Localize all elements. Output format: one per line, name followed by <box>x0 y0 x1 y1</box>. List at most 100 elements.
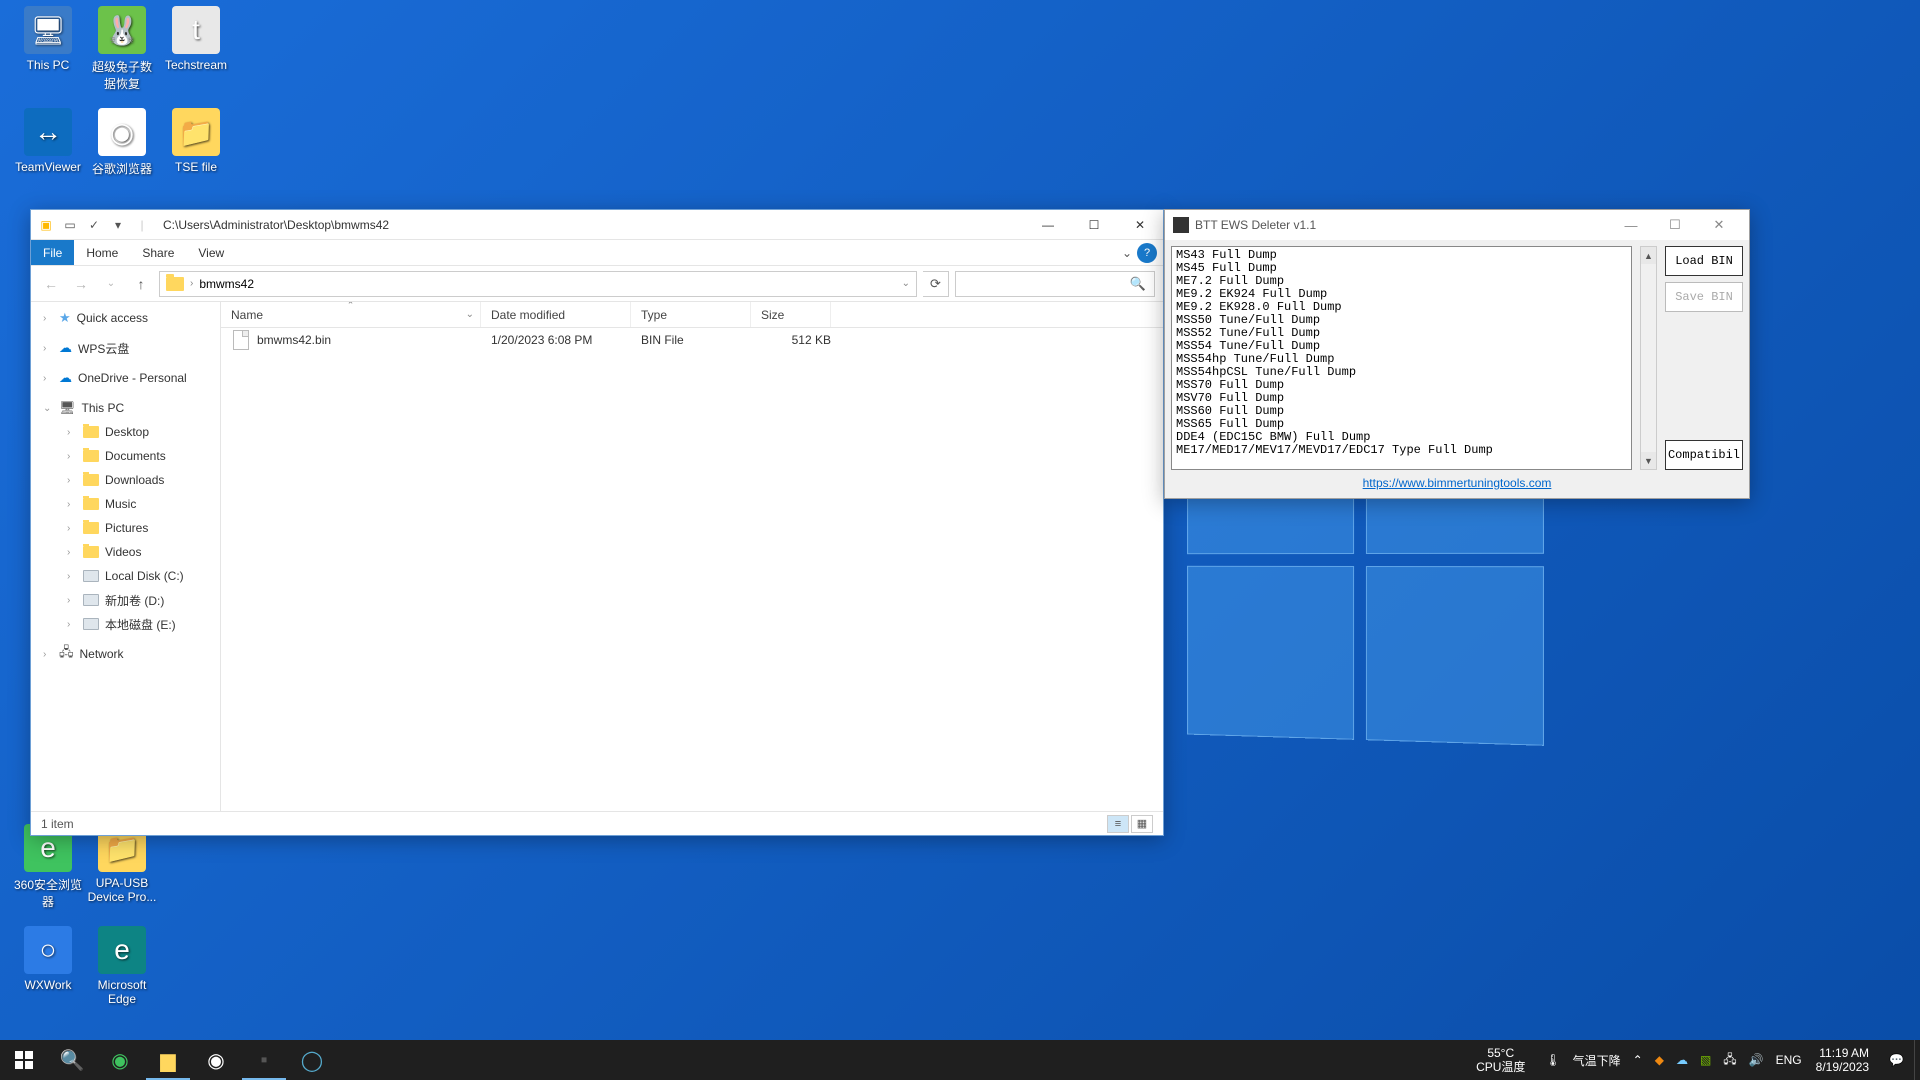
desktop-icon-techstream[interactable]: tTechstream <box>158 6 234 72</box>
desktop-icon-tse-file[interactable]: 📁TSE file <box>158 108 234 174</box>
desktop-icon-this-pc[interactable]: 🖥This PC <box>10 6 86 72</box>
col-size[interactable]: Size <box>751 302 831 327</box>
tray-notifications-icon[interactable]: 💬 <box>1879 1053 1914 1067</box>
nav-wps[interactable]: ›☁WPS云盘 <box>31 336 220 360</box>
close-button[interactable]: ✕ <box>1697 217 1741 233</box>
ribbon-tab-file[interactable]: File <box>31 240 74 265</box>
column-headers: ⌃Name⌄ Date modified Type Size <box>221 302 1163 328</box>
nav-videos[interactable]: ›Videos <box>31 540 220 564</box>
btt-website-link[interactable]: https://www.bimmertuningtools.com <box>1363 476 1552 490</box>
taskbar-temp[interactable]: 55°C CPU温度 <box>1476 1046 1525 1074</box>
tray-app-icon[interactable]: ◆ <box>1655 1053 1664 1067</box>
breadcrumb-dropdown-icon[interactable]: ⌄ <box>902 278 910 289</box>
nav-onedrive[interactable]: ›☁OneDrive - Personal <box>31 366 220 390</box>
scroll-up-icon[interactable]: ▲ <box>1641 247 1656 264</box>
search-input[interactable]: 🔍 <box>955 271 1155 297</box>
nav-forward-icon[interactable]: → <box>69 272 93 296</box>
tray-language[interactable]: ENG <box>1776 1053 1802 1067</box>
desktop-icon-rabbit[interactable]: 🐰超级兔子数 据恢复 <box>84 6 160 92</box>
window-title-path: C:\Users\Administrator\Desktop\bmwms42 <box>157 218 1025 232</box>
desktop-icon-360[interactable]: e360安全浏览 器 <box>10 824 86 910</box>
nav-recent-icon[interactable]: ⌄ <box>99 272 123 296</box>
refresh-icon[interactable]: ⟳ <box>923 271 949 297</box>
scroll-down-icon[interactable]: ▼ <box>1641 452 1656 469</box>
breadcrumb[interactable]: › bmwms42 ⌄ <box>159 271 917 297</box>
desktop-icon-upa[interactable]: 📁UPA-USB Device Pro... <box>84 824 160 904</box>
save-bin-button[interactable]: Save BIN <box>1665 282 1743 312</box>
taskbar-file-explorer[interactable]: ▆ <box>144 1040 192 1080</box>
start-button[interactable] <box>0 1040 48 1080</box>
nav-up-icon[interactable]: ↑ <box>129 272 153 296</box>
nav-documents[interactable]: ›Documents <box>31 444 220 468</box>
btt-link-row: https://www.bimmertuningtools.com <box>1165 476 1749 498</box>
taskbar-app-1[interactable]: ◉ <box>96 1040 144 1080</box>
col-type[interactable]: Type <box>631 302 751 327</box>
help-icon[interactable]: ? <box>1137 243 1157 263</box>
close-button[interactable]: ✕ <box>1117 210 1163 240</box>
view-details-icon[interactable]: ≡ <box>1107 815 1129 833</box>
desktop-icon-chrome[interactable]: ◉谷歌浏览器 <box>84 108 160 177</box>
btt-ews-window: BTT EWS Deleter v1.1 — ☐ ✕ MS43 Full Dum… <box>1164 209 1750 499</box>
qat-dropdown-icon[interactable]: ▾ <box>109 216 127 234</box>
tray-volume-icon[interactable]: 🔊 <box>1749 1053 1764 1067</box>
status-bar: 1 item ≡ ▦ <box>31 811 1163 835</box>
ribbon-collapse-icon[interactable]: ⌄ <box>1117 246 1137 260</box>
load-bin-button[interactable]: Load BIN <box>1665 246 1743 276</box>
nav-downloads[interactable]: ›Downloads <box>31 468 220 492</box>
maximize-button[interactable]: ☐ <box>1653 217 1697 233</box>
ribbon-tab-home[interactable]: Home <box>74 240 130 265</box>
btt-titlebar[interactable]: BTT EWS Deleter v1.1 — ☐ ✕ <box>1165 210 1749 240</box>
status-item-count: 1 item <box>41 817 74 831</box>
nav-desktop[interactable]: ›Desktop <box>31 420 220 444</box>
desktop-icon-wxwork[interactable]: ○WXWork <box>10 926 86 992</box>
minimize-button[interactable]: — <box>1025 210 1071 240</box>
breadcrumb-folder[interactable]: bmwms42 <box>199 277 254 291</box>
col-date[interactable]: Date modified <box>481 302 631 327</box>
explorer-address-bar: ← → ⌄ ↑ › bmwms42 ⌄ ⟳ 🔍 <box>31 266 1163 302</box>
taskbar: 🔍 ◉ ▆ ◉ ▪ ◯ 55°C CPU温度 🌡 气温下降 ⌃ ◆ ☁ ▧ 🖧 … <box>0 1040 1920 1080</box>
navigation-pane: ›★Quick access ›☁WPS云盘 ›☁OneDrive - Pers… <box>31 302 221 811</box>
explorer-ribbon: File Home Share View ⌄ ? <box>31 240 1163 266</box>
taskbar-cortana-icon[interactable]: ◯ <box>288 1040 336 1080</box>
ribbon-tab-view[interactable]: View <box>186 240 236 265</box>
taskbar-btt-app[interactable]: ▪ <box>240 1040 288 1080</box>
desktop-icon-teamviewer[interactable]: ↔TeamViewer <box>10 108 86 174</box>
show-desktop-button[interactable] <box>1914 1040 1920 1080</box>
nav-back-icon[interactable]: ← <box>39 272 63 296</box>
qat-newfolder-icon[interactable]: ✓ <box>85 216 103 234</box>
nav-drive-e[interactable]: ›本地磁盘 (E:) <box>31 612 220 636</box>
nav-music[interactable]: ›Music <box>31 492 220 516</box>
btt-window-title: BTT EWS Deleter v1.1 <box>1195 218 1609 232</box>
tray-onedrive-icon[interactable]: ☁ <box>1676 1053 1688 1067</box>
view-large-icon[interactable]: ▦ <box>1131 815 1153 833</box>
tray-weather-text[interactable]: 气温下降 <box>1573 1052 1621 1069</box>
file-explorer-window: ▣ ▭ ✓ ▾ | C:\Users\Administrator\Desktop… <box>30 209 1164 836</box>
col-name[interactable]: ⌃Name⌄ <box>221 302 481 327</box>
ribbon-tab-share[interactable]: Share <box>130 240 186 265</box>
tray-overflow-icon[interactable]: ⌃ <box>1633 1053 1643 1067</box>
file-row[interactable]: bmwms42.bin1/20/2023 6:08 PMBIN File512 … <box>221 328 1163 352</box>
qat-properties-icon[interactable]: ▭ <box>61 216 79 234</box>
system-tray: 🌡 气温下降 ⌃ ◆ ☁ ▧ 🖧 🔊 ENG <box>1545 1050 1805 1071</box>
taskbar-chrome[interactable]: ◉ <box>192 1040 240 1080</box>
tray-network-icon[interactable]: 🖧 <box>1723 1050 1736 1071</box>
listbox-scrollbar[interactable]: ▲ ▼ <box>1640 246 1657 470</box>
nav-network[interactable]: ›🖧Network <box>31 642 220 666</box>
nav-drive-d[interactable]: ›新加卷 (D:) <box>31 588 220 612</box>
file-list-pane: ⌃Name⌄ Date modified Type Size bmwms42.b… <box>221 302 1163 811</box>
maximize-button[interactable]: ☐ <box>1071 210 1117 240</box>
tray-nvidia-icon[interactable]: ▧ <box>1700 1053 1711 1067</box>
taskbar-clock[interactable]: 11:19 AM 8/19/2023 <box>1806 1046 1879 1074</box>
nav-this-pc[interactable]: ⌄🖥This PC <box>31 396 220 420</box>
compatibil-button[interactable]: Compatibil <box>1665 440 1743 470</box>
minimize-button[interactable]: — <box>1609 218 1653 233</box>
explorer-titlebar[interactable]: ▣ ▭ ✓ ▾ | C:\Users\Administrator\Desktop… <box>31 210 1163 240</box>
tray-thermometer-icon[interactable]: 🌡 <box>1545 1053 1560 1067</box>
nav-quick-access[interactable]: ›★Quick access <box>31 306 220 330</box>
taskbar-search-icon[interactable]: 🔍 <box>48 1040 96 1080</box>
desktop-icon-edge[interactable]: eMicrosoft Edge <box>84 926 160 1006</box>
app-icon <box>1173 217 1189 233</box>
nav-drive-c[interactable]: ›Local Disk (C:) <box>31 564 220 588</box>
ecu-listbox[interactable]: MS43 Full Dump MS45 Full Dump ME7.2 Full… <box>1171 246 1632 470</box>
nav-pictures[interactable]: ›Pictures <box>31 516 220 540</box>
